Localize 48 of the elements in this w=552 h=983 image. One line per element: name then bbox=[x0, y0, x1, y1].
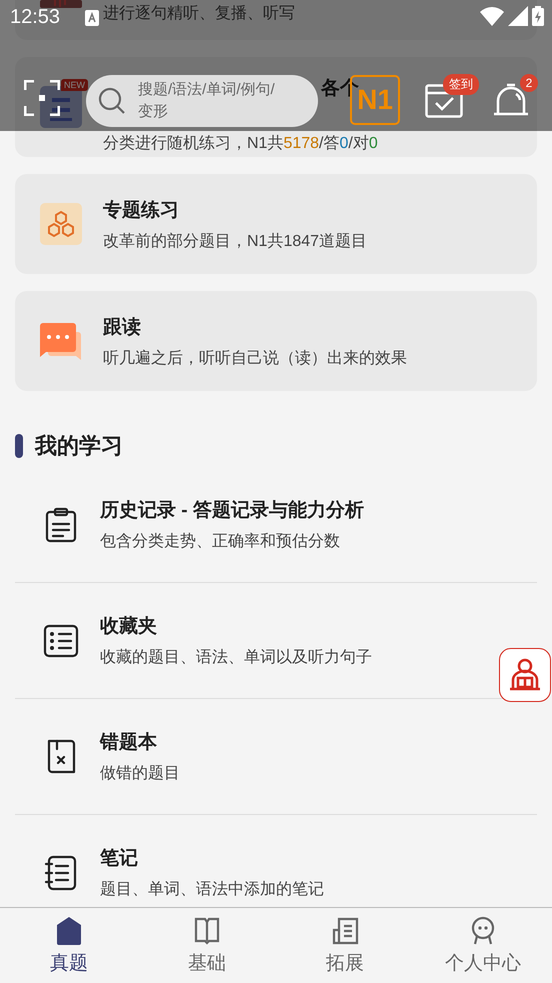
tab[interactable]: 真题 bbox=[0, 908, 138, 983]
hexagons-icon bbox=[40, 203, 82, 245]
study-list-item[interactable]: 笔记 题目、单词、语法中添加的笔记 bbox=[15, 815, 485, 908]
book-icon bbox=[192, 916, 222, 946]
card-title: 跟读 bbox=[103, 316, 142, 340]
chat-bubbles-icon bbox=[40, 320, 82, 362]
notification-icon bbox=[85, 10, 99, 26]
reading-button[interactable] bbox=[499, 648, 551, 702]
item-title: 历史记录 - 答题记录与能力分析 bbox=[100, 499, 364, 523]
soundwave-icon bbox=[40, 0, 82, 8]
notepad-icon bbox=[43, 854, 79, 890]
wifi-icon bbox=[480, 6, 504, 26]
battery-icon bbox=[532, 6, 544, 26]
card-subtitle: 分类进行随机练习，N1共5178/答0/对0 bbox=[103, 134, 378, 154]
feature-card[interactable]: 跟读 听几遍之后，听听自己说（读）出来的效果 bbox=[15, 291, 537, 391]
item-subtitle: 包含分类走势、正确率和预估分数 bbox=[100, 532, 341, 552]
item-title: 错题本 bbox=[100, 731, 158, 755]
list-icon bbox=[43, 622, 79, 658]
tab[interactable]: 拓展 bbox=[276, 908, 414, 983]
card-subtitle: 听几遍之后，听听自己说（读）出来的效果 bbox=[103, 348, 407, 368]
card-subtitle: 进行逐句精听、复播、听写 bbox=[103, 4, 295, 24]
item-subtitle: 做错的题目 bbox=[100, 764, 180, 784]
reader-icon bbox=[508, 658, 542, 692]
section-marker bbox=[15, 434, 23, 458]
item-subtitle: 收藏的题目、语法、单词以及听力句子 bbox=[100, 648, 372, 668]
document-icon bbox=[330, 916, 360, 946]
tab[interactable]: 个人中心 bbox=[414, 908, 552, 983]
item-title: 收藏夹 bbox=[100, 614, 158, 639]
scan-icon[interactable] bbox=[24, 80, 60, 116]
study-list-item[interactable]: 历史记录 - 答题记录与能力分析 包含分类走势、正确率和预估分数 bbox=[15, 467, 485, 582]
study-list-item[interactable]: 错题本 做错的题目 bbox=[15, 699, 485, 814]
exam-icon bbox=[40, 86, 82, 128]
checkin-badge: 签到 bbox=[443, 74, 479, 95]
card-title: 专题练习 bbox=[103, 198, 180, 222]
item-subtitle: 题目、单词、语法中添加的笔记 bbox=[100, 880, 324, 900]
signal-icon bbox=[508, 6, 528, 26]
item-title: 笔记 bbox=[100, 847, 139, 871]
clipboard-icon bbox=[43, 506, 79, 542]
feature-card[interactable]: 专题练习 改革前的部分题目，N1共1847道题目 bbox=[15, 174, 537, 274]
search-icon bbox=[98, 87, 126, 115]
status-time: 12:53 bbox=[10, 6, 60, 29]
search-field[interactable]: 搜题/语法/单词/例句/变形 bbox=[86, 75, 318, 127]
home-icon bbox=[54, 916, 84, 946]
study-list-item[interactable]: 收藏夹 收藏的题目、语法、单词以及听力句子 bbox=[15, 583, 485, 698]
tab[interactable]: 基础 bbox=[138, 908, 276, 983]
new-badge: NEW bbox=[61, 79, 88, 91]
card-subtitle: 改革前的部分题目，N1共1847道题目 bbox=[103, 232, 368, 252]
section-title: 我的学习 bbox=[35, 432, 123, 460]
